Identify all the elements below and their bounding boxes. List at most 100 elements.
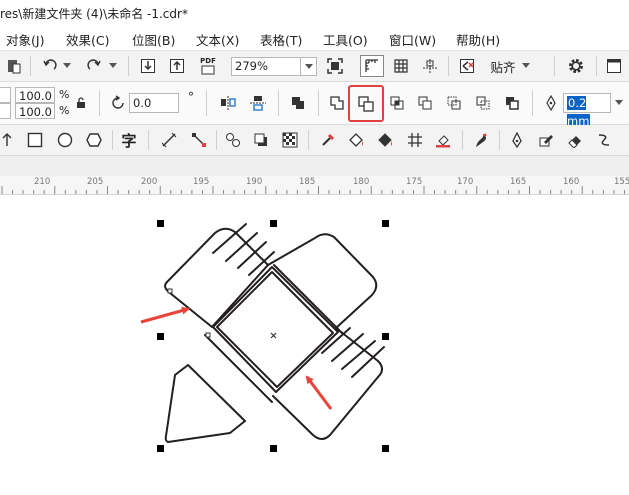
combine-icon[interactable] — [287, 93, 309, 113]
mirror-vertical-icon[interactable] — [247, 93, 269, 113]
pdf-icon-label: PDF — [200, 57, 216, 65]
horizontal-ruler[interactable]: 210 205 200 195 190 185 180 175 170 165 … — [0, 176, 629, 195]
trim-icon[interactable] — [348, 85, 384, 122]
docker-strip — [0, 156, 629, 176]
annotation-arrow-left — [140, 306, 190, 324]
paste-icon[interactable] — [4, 56, 24, 76]
menu-window[interactable]: 窗口(W) — [389, 30, 436, 49]
parallel-dimension-tool-icon[interactable] — [158, 130, 180, 150]
publish-pdf-button[interactable]: PDF — [196, 55, 220, 77]
export-icon[interactable] — [167, 56, 187, 76]
transparency-tool-icon[interactable] — [279, 130, 301, 150]
attract-tool-icon[interactable] — [470, 130, 492, 150]
undo-dropdown-icon[interactable] — [62, 59, 72, 73]
undo-icon[interactable] — [40, 56, 60, 76]
outline-width-field[interactable]: 0.2 mm — [563, 93, 611, 128]
node-marker — [167, 288, 173, 294]
selection-handle-top-center[interactable] — [270, 220, 277, 227]
selection-handle-bottom-left[interactable] — [157, 445, 164, 452]
rectangle-tool-icon[interactable] — [24, 130, 46, 150]
ellipse-tool-icon[interactable] — [54, 130, 76, 150]
back-minus-front-icon[interactable] — [472, 93, 494, 113]
ruler-label: 170 — [457, 177, 474, 187]
selection-handle-bottom-center[interactable] — [270, 445, 277, 452]
menu-tools[interactable]: 工具(O) — [323, 30, 368, 49]
drawing-canvas[interactable] — [0, 195, 629, 495]
pick-tool-icon[interactable] — [0, 131, 12, 149]
ruler-label: 165 — [510, 177, 527, 187]
snap-to-button[interactable]: 贴齐 — [486, 57, 534, 75]
options-gear-icon[interactable] — [565, 56, 587, 76]
scale-y-unit: % — [59, 104, 70, 117]
selection-handle-middle-left[interactable] — [157, 333, 164, 340]
menu-help[interactable]: 帮助(H) — [456, 30, 500, 49]
ruler-label: 185 — [299, 177, 316, 187]
drop-shadow-tool-icon[interactable] — [250, 130, 272, 150]
smart-fill-tool-icon[interactable] — [375, 130, 397, 150]
rotation-icon — [108, 93, 128, 113]
full-screen-icon[interactable] — [324, 56, 346, 76]
smooth-tool-icon[interactable] — [593, 130, 615, 150]
scale-x-value: 100.0 — [19, 89, 52, 103]
scale-x-unit: % — [59, 88, 70, 101]
polygon-tool-icon[interactable] — [83, 130, 105, 150]
ruler-label: 195 — [193, 177, 210, 187]
eraser-tool-icon[interactable] — [564, 130, 586, 150]
show-guidelines-icon[interactable] — [419, 56, 441, 76]
eyedropper-tool-icon[interactable] — [317, 130, 339, 150]
outline-pen-icon — [542, 93, 560, 113]
lock-ratio-icon[interactable] — [74, 96, 88, 110]
pen-tool-icon[interactable] — [506, 130, 528, 150]
menu-bar: 对象(J) 效果(C) 位图(B) 文本(X) 表格(T) 工具(O) 窗口(W… — [0, 26, 629, 51]
weld-icon[interactable] — [326, 93, 348, 113]
menu-bitmaps[interactable]: 位图(B) — [132, 30, 175, 49]
ruler-label: 160 — [563, 177, 580, 187]
position-y-field-edge[interactable] — [0, 103, 11, 119]
mesh-fill-tool-icon[interactable] — [404, 130, 426, 150]
show-grid-icon[interactable] — [390, 56, 412, 76]
ruler-label: 210 — [34, 177, 51, 187]
zoom-level-field[interactable]: 279% — [231, 57, 301, 76]
scale-x-field[interactable]: 100.0 — [15, 87, 55, 103]
ruler-label: 180 — [353, 177, 370, 187]
position-x-field-edge[interactable] — [0, 87, 11, 103]
selection-handle-top-right[interactable] — [382, 220, 389, 227]
zoom-dropdown-icon[interactable] — [301, 57, 317, 76]
edit-fill-tool-icon[interactable] — [535, 130, 557, 150]
shape-arm-lower-right — [272, 327, 383, 440]
selection-handle-middle-right[interactable] — [382, 333, 389, 340]
selection-handle-top-left[interactable] — [157, 220, 164, 227]
menu-table[interactable]: 表格(T) — [260, 30, 302, 49]
scale-y-field[interactable]: 100.0 — [15, 103, 55, 119]
blend-tool-icon[interactable] — [222, 130, 244, 150]
front-minus-back-icon[interactable] — [443, 93, 465, 113]
menu-object[interactable]: 对象(J) — [6, 30, 44, 49]
property-bar: 100.0 % 100.0 % 0.0 ° 0.2 mm — [0, 82, 629, 128]
import-icon[interactable] — [138, 56, 158, 76]
standard-toolbar: PDF 279% 贴齐 — [0, 51, 629, 82]
rotation-degree-unit: ° — [188, 90, 194, 104]
ruler-label: 205 — [87, 177, 104, 187]
toolbox: 字 — [0, 125, 629, 156]
redo-dropdown-icon[interactable] — [108, 59, 118, 73]
snap-off-icon[interactable] — [456, 56, 478, 76]
zoom-level-value: 279% — [235, 59, 268, 73]
menu-text[interactable]: 文本(X) — [196, 30, 239, 49]
fill-color-tool-icon[interactable] — [432, 130, 454, 150]
text-tool-icon[interactable]: 字 — [118, 130, 140, 150]
rotation-angle-field[interactable]: 0.0 — [129, 93, 179, 113]
interactive-fill-tool-icon[interactable] — [346, 130, 368, 150]
intersect-icon[interactable] — [386, 93, 408, 113]
connector-tool-icon[interactable] — [188, 130, 210, 150]
create-boundary-icon[interactable] — [501, 93, 523, 113]
redo-icon[interactable] — [84, 56, 104, 76]
show-rulers-icon[interactable] — [360, 55, 384, 77]
menu-effects[interactable]: 效果(C) — [66, 30, 109, 49]
simplify-icon[interactable] — [414, 93, 436, 113]
mirror-horizontal-icon[interactable] — [217, 93, 239, 113]
app-launcher-icon[interactable] — [603, 56, 625, 76]
node-marker — [205, 332, 211, 338]
annotation-arrow-right — [305, 375, 333, 410]
selection-handle-bottom-right[interactable] — [382, 445, 389, 452]
outline-width-dropdown-icon[interactable] — [613, 97, 625, 109]
